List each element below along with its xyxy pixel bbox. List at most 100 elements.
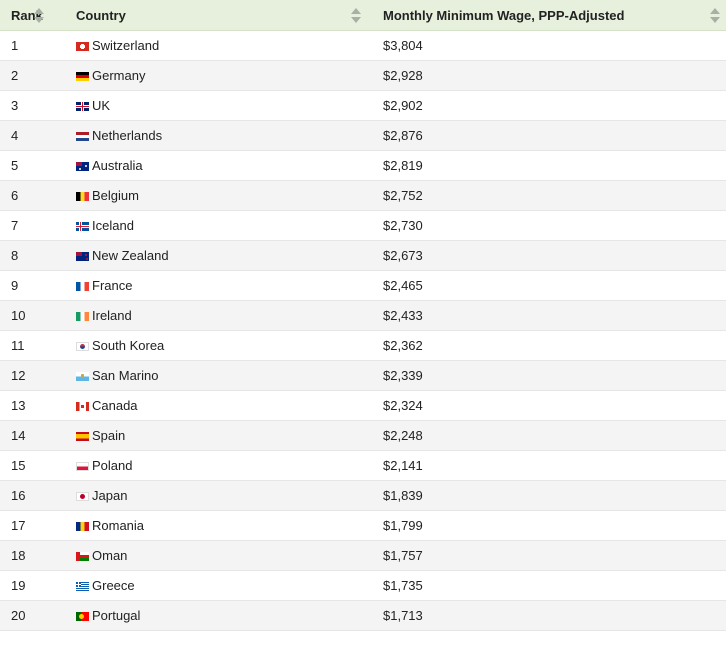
cell-country: Switzerland — [65, 30, 372, 61]
cell-rank: 13 — [0, 390, 65, 421]
flag-is-icon — [76, 222, 89, 231]
country-name: Germany — [92, 68, 146, 83]
flag-nz-icon — [76, 252, 89, 261]
country-name: Belgium — [92, 188, 139, 203]
table-row: 17 Romania $1,799 — [0, 510, 726, 541]
flag-om-icon — [76, 552, 89, 561]
cell-country: Romania — [65, 510, 372, 541]
cell-wage: $2,248 — [372, 420, 726, 451]
country-name: Iceland — [92, 218, 134, 233]
country-name: Ireland — [92, 308, 132, 323]
cell-country: Australia — [65, 150, 372, 181]
cell-rank: 5 — [0, 150, 65, 181]
header-row: Rank Country Monthly Minimum Wage, PPP-A… — [0, 0, 726, 31]
cell-country: Germany — [65, 60, 372, 91]
table-row: 4 Netherlands $2,876 — [0, 120, 726, 151]
cell-wage: $1,799 — [372, 510, 726, 541]
sort-country-icon[interactable] — [351, 8, 361, 23]
country-name: Oman — [92, 548, 128, 563]
country-name: Poland — [92, 458, 133, 473]
flag-kr-icon — [76, 342, 89, 351]
cell-rank: 11 — [0, 330, 65, 361]
country-name: Romania — [92, 518, 145, 533]
cell-country: UK — [65, 90, 372, 121]
table-row: 6 Belgium $2,752 — [0, 180, 726, 211]
header-wage[interactable]: Monthly Minimum Wage, PPP-Adjusted — [372, 0, 726, 31]
country-name: Greece — [92, 578, 135, 593]
cell-country: Oman — [65, 540, 372, 571]
cell-wage: $2,433 — [372, 300, 726, 331]
cell-rank: 12 — [0, 360, 65, 391]
cell-wage: $3,804 — [372, 30, 726, 61]
cell-country: Ireland — [65, 300, 372, 331]
table-row: 19 Greece $1,735 — [0, 570, 726, 601]
flag-sm-icon — [76, 372, 89, 381]
table-row: 11 South Korea $2,362 — [0, 330, 726, 361]
cell-rank: 16 — [0, 480, 65, 511]
cell-country: Spain — [65, 420, 372, 451]
cell-wage: $2,362 — [372, 330, 726, 361]
sort-wage-icon[interactable] — [710, 8, 720, 23]
header-country-label: Country — [76, 7, 126, 23]
country-name: South Korea — [92, 338, 165, 353]
cell-country: South Korea — [65, 330, 372, 361]
cell-rank: 3 — [0, 90, 65, 121]
flag-es-icon — [76, 432, 89, 441]
cell-rank: 9 — [0, 270, 65, 301]
country-name: Japan — [92, 488, 128, 503]
flag-jp-icon — [76, 492, 89, 501]
table-row: 14 Spain $2,248 — [0, 420, 726, 451]
table-row: 3 UK $2,902 — [0, 90, 726, 121]
cell-wage: $1,757 — [372, 540, 726, 571]
table-row: 7 Iceland $2,730 — [0, 210, 726, 241]
cell-wage: $2,819 — [372, 150, 726, 181]
cell-wage: $2,752 — [372, 180, 726, 211]
cell-wage: $1,839 — [372, 480, 726, 511]
wage-table: Rank Country Monthly Minimum Wage, PPP-A… — [0, 0, 726, 631]
cell-wage: $2,928 — [372, 60, 726, 91]
flag-ie-icon — [76, 312, 89, 321]
cell-country: Netherlands — [65, 120, 372, 151]
flag-nl-icon — [76, 132, 89, 141]
country-name: Switzerland — [92, 38, 160, 53]
cell-wage: $1,735 — [372, 570, 726, 601]
cell-wage: $1,713 — [372, 600, 726, 631]
cell-wage: $2,141 — [372, 450, 726, 481]
sort-rank-icon[interactable] — [34, 8, 44, 23]
flag-au-icon — [76, 162, 89, 171]
cell-wage: $2,902 — [372, 90, 726, 121]
header-wage-label: Monthly Minimum Wage, PPP-Adjusted — [383, 7, 625, 23]
table-row: 8 New Zealand $2,673 — [0, 240, 726, 271]
flag-uk-icon — [76, 102, 89, 111]
table-row: 12 San Marino $2,339 — [0, 360, 726, 391]
cell-wage: $2,339 — [372, 360, 726, 391]
cell-country: France — [65, 270, 372, 301]
cell-country: Canada — [65, 390, 372, 421]
cell-country: San Marino — [65, 360, 372, 391]
cell-wage: $2,730 — [372, 210, 726, 241]
cell-rank: 10 — [0, 300, 65, 331]
table-row: 2 Germany $2,928 — [0, 60, 726, 91]
flag-pl-icon — [76, 462, 89, 471]
flag-be-icon — [76, 192, 89, 201]
cell-rank: 20 — [0, 600, 65, 631]
cell-rank: 2 — [0, 60, 65, 91]
table-body: 1 Switzerland $3,804 2 Germany $2,928 3 UK $2,90… — [0, 30, 726, 631]
country-name: San Marino — [92, 368, 159, 383]
cell-wage: $2,324 — [372, 390, 726, 421]
country-name: Canada — [92, 398, 138, 413]
header-rank[interactable]: Rank — [0, 0, 65, 31]
table-row: 1 Switzerland $3,804 — [0, 30, 726, 61]
cell-rank: 15 — [0, 450, 65, 481]
country-name: New Zealand — [92, 248, 169, 263]
table-row: 18 Oman $1,757 — [0, 540, 726, 571]
header-country[interactable]: Country — [65, 0, 372, 31]
cell-rank: 6 — [0, 180, 65, 211]
cell-rank: 18 — [0, 540, 65, 571]
cell-country: Portugal — [65, 600, 372, 631]
cell-wage: $2,876 — [372, 120, 726, 151]
cell-rank: 17 — [0, 510, 65, 541]
cell-country: Greece — [65, 570, 372, 601]
country-name: Australia — [92, 158, 143, 173]
cell-rank: 19 — [0, 570, 65, 601]
